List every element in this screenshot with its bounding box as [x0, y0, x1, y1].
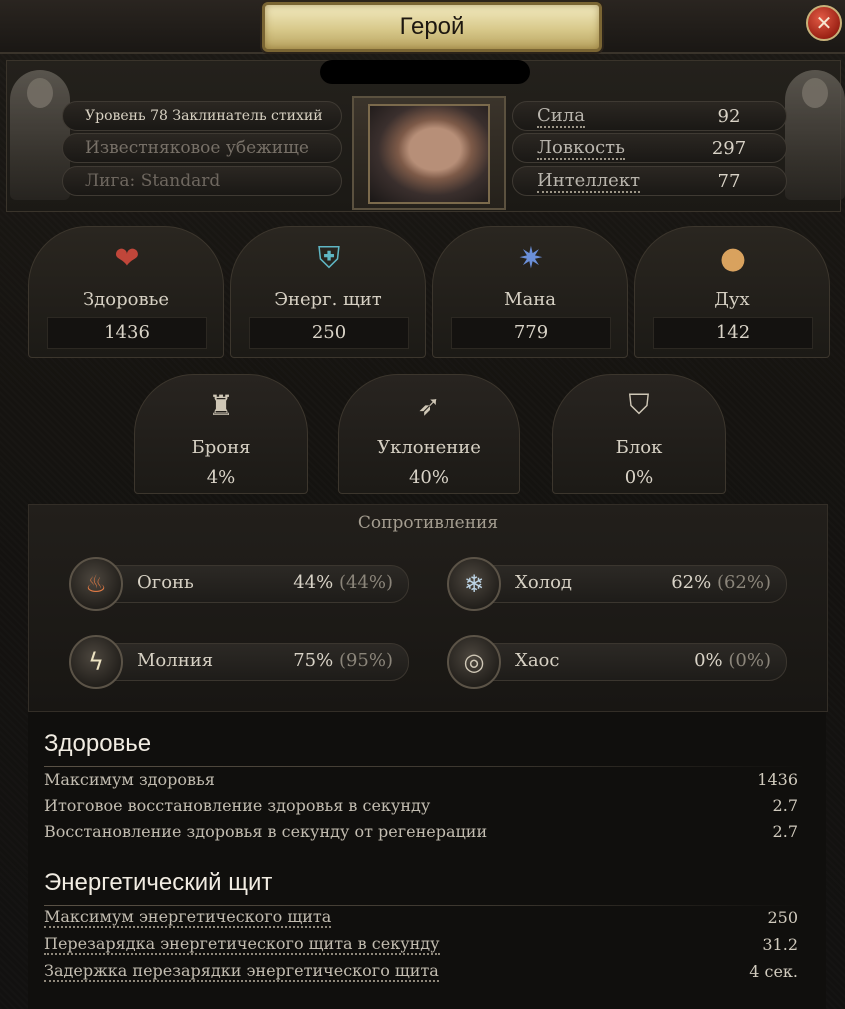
- resistance-value: 75% (95%): [293, 650, 393, 671]
- character-panel: Герой ✕ Уровень 78 Заклинатель стихий Из…: [0, 0, 845, 1009]
- detail-value: 1436: [757, 770, 798, 789]
- fire-icon: ♨: [69, 557, 123, 611]
- statue-right-decoration: [785, 70, 845, 200]
- armour-icon: ♜: [208, 388, 234, 422]
- character-name-redacted: [320, 60, 530, 84]
- stat-card-energy-shield[interactable]: ⛨ Энерг. щит 250: [230, 226, 426, 358]
- title-plate: Герой: [262, 2, 602, 52]
- attribute-value: 297: [711, 138, 747, 159]
- defence-value: 4%: [206, 467, 236, 488]
- resistances-section: Сопротивления ♨ Огонь 44% (44%) ❄ Холод …: [28, 504, 828, 712]
- section-title-energy-shield: Энергетический щит: [44, 869, 273, 896]
- attribute-label[interactable]: Интеллект: [537, 171, 641, 193]
- resistance-value: 44% (44%): [293, 572, 393, 593]
- stat-card-mana[interactable]: ✷ Мана 779: [432, 226, 628, 358]
- defence-value: 0%: [624, 467, 654, 488]
- section-title-life: Здоровье: [44, 730, 152, 757]
- heart-icon: ❤: [114, 240, 140, 276]
- resistance-name: Огонь: [137, 572, 194, 593]
- detail-value: 2.7: [772, 822, 798, 841]
- level-class-text: Уровень 78 Заклинатель стихий: [85, 108, 323, 124]
- resistance-value: 0% (0%): [694, 650, 771, 671]
- lightning-icon: ϟ: [69, 635, 123, 689]
- detail-label[interactable]: Задержка перезарядки энергетического щит…: [44, 962, 439, 982]
- cold-icon: ❄: [447, 557, 501, 611]
- detail-row[interactable]: Максимум энергетического щита 250: [44, 908, 798, 932]
- close-button[interactable]: ✕: [806, 5, 842, 41]
- stat-card-spirit[interactable]: ● Дух 142: [634, 226, 830, 358]
- detail-label: Восстановление здоровья в секунду от рег…: [44, 822, 488, 841]
- stat-value: 142: [653, 317, 813, 349]
- chaos-icon: ◎: [447, 635, 501, 689]
- stat-value: 779: [451, 317, 611, 349]
- attribute-value: 92: [717, 106, 741, 127]
- detail-row[interactable]: Задержка перезарядки энергетического щит…: [44, 962, 798, 986]
- attribute-intelligence[interactable]: Интеллект 77: [512, 166, 787, 196]
- attribute-dexterity[interactable]: Ловкость 297: [512, 133, 787, 163]
- detail-value: 4 сек.: [749, 962, 798, 981]
- league-label: Лига: Standard: [62, 166, 342, 196]
- character-portrait: [352, 96, 506, 210]
- defence-label: Блок: [615, 437, 663, 458]
- stat-value: 1436: [47, 317, 207, 349]
- league-text: Лига: Standard: [85, 171, 221, 191]
- location-text: Известняковое убежище: [85, 138, 309, 158]
- detail-label[interactable]: Перезарядка энергетического щита в секун…: [44, 935, 440, 955]
- attribute-strength[interactable]: Сила 92: [512, 101, 787, 131]
- attribute-label[interactable]: Сила: [537, 106, 585, 128]
- statue-left-decoration: [10, 70, 70, 200]
- resistance-name: Молния: [137, 650, 214, 671]
- attribute-label[interactable]: Ловкость: [537, 138, 625, 160]
- primary-stats-row: ❤ Здоровье 1436 ⛨ Энерг. щит 250 ✷ Мана …: [28, 226, 830, 358]
- defence-value: 40%: [408, 467, 449, 488]
- resistance-cold[interactable]: ❄ Холод 62% (62%): [447, 557, 787, 611]
- resistance-lightning[interactable]: ϟ Молния 75% (95%): [69, 635, 409, 689]
- detail-row[interactable]: Восстановление здоровья в секунду от рег…: [44, 822, 798, 846]
- level-class-label: Уровень 78 Заклинатель стихий: [62, 101, 342, 131]
- detail-value: 31.2: [762, 935, 798, 954]
- detail-label: Итоговое восстановление здоровья в секун…: [44, 796, 431, 815]
- detail-row[interactable]: Итоговое восстановление здоровья в секун…: [44, 796, 798, 820]
- attribute-value: 77: [717, 171, 741, 192]
- detail-label[interactable]: Максимум энергетического щита: [44, 908, 332, 928]
- evasion-icon: ➶: [417, 388, 441, 422]
- detail-value: 2.7: [772, 796, 798, 815]
- defence-card-armour[interactable]: ♜ Броня 4%: [134, 374, 308, 494]
- detail-value: 250: [767, 908, 798, 927]
- portrait-image: [368, 104, 490, 204]
- defence-card-evasion[interactable]: ➶ Уклонение 40%: [338, 374, 520, 494]
- details-section: Здоровье Максимум здоровья 1436 Итоговое…: [28, 712, 826, 1009]
- block-shield-icon: ⛉: [628, 388, 650, 421]
- close-icon[interactable]: ✕: [816, 13, 833, 33]
- stat-label: Мана: [504, 289, 556, 310]
- defence-card-block[interactable]: ⛉ Блок 0%: [552, 374, 726, 494]
- resistance-name: Хаос: [515, 650, 560, 671]
- stat-label: Энерг. щит: [274, 289, 382, 310]
- detail-row[interactable]: Максимум здоровья 1436: [44, 770, 798, 794]
- detail-row[interactable]: Перезарядка энергетического щита в секун…: [44, 935, 798, 959]
- mana-crystal-icon: ✷: [518, 240, 544, 276]
- resistances-title: Сопротивления: [357, 513, 499, 533]
- resistance-value: 62% (62%): [671, 572, 771, 593]
- stat-label: Дух: [714, 289, 750, 310]
- defence-label: Уклонение: [377, 437, 481, 458]
- title-bar: Герой ✕: [0, 0, 845, 54]
- spirit-orb-icon: ●: [719, 240, 747, 276]
- stat-value: 250: [249, 317, 409, 349]
- stat-card-life[interactable]: ❤ Здоровье 1436: [28, 226, 224, 358]
- detail-label: Максимум здоровья: [44, 770, 215, 789]
- shield-icon: ⛨: [317, 240, 341, 276]
- resistance-fire[interactable]: ♨ Огонь 44% (44%): [69, 557, 409, 611]
- defences-row: ♜ Броня 4% ➶ Уклонение 40% ⛉ Блок 0%: [0, 366, 845, 496]
- location-label: Известняковое убежище: [62, 133, 342, 163]
- stat-label: Здоровье: [82, 289, 170, 310]
- window-title: Герой: [399, 13, 465, 40]
- resistance-name: Холод: [515, 572, 573, 593]
- defence-label: Броня: [191, 437, 251, 458]
- resistance-chaos[interactable]: ◎ Хаос 0% (0%): [447, 635, 787, 689]
